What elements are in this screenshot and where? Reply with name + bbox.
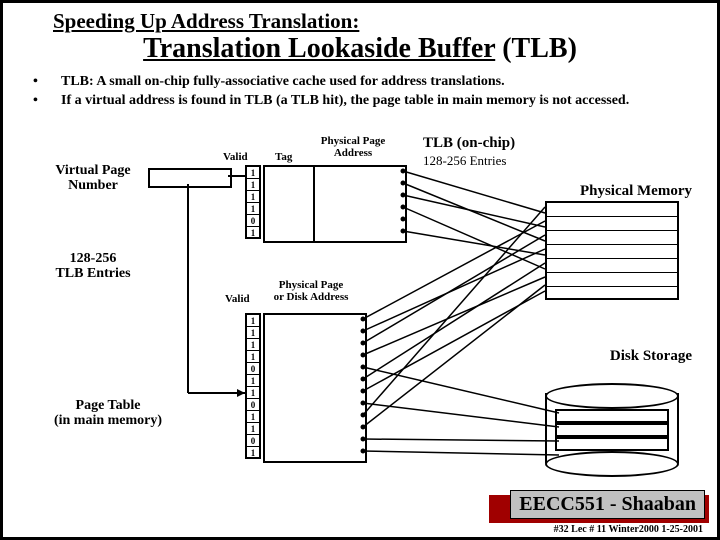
tlb-valid-column: 111101: [245, 165, 261, 239]
tlb-entries-label: 128-256 TLB Entries: [43, 251, 143, 282]
valid-header-2: Valid: [225, 293, 250, 305]
title-line2: Translation Lookaside Buffer (TLB): [3, 33, 717, 65]
valid-bit: 1: [247, 179, 259, 191]
valid-bit: 1: [247, 387, 259, 399]
title-line1: Speeding Up Address Translation:: [53, 9, 359, 34]
bullet-2-text: If a virtual address is found in TLB (a …: [61, 92, 629, 111]
tlb-tag-column: [263, 165, 315, 243]
title-suffix: (TLB): [495, 33, 577, 64]
phys-mem-label: Physical Memory: [580, 183, 692, 200]
slide-frame: Speeding Up Address Translation: Transla…: [0, 0, 720, 540]
vpn-register: [148, 168, 232, 188]
tlb-ppa-column: [313, 165, 407, 243]
footer-main: EECC551 - Shaaban: [510, 490, 705, 519]
ppa-header: Physical Page Address: [313, 135, 393, 159]
valid-bit: 0: [247, 435, 259, 447]
bullet-2: • If a virtual address is found in TLB (…: [33, 92, 702, 111]
bullet-marker: •: [33, 92, 61, 111]
tlb-onchip-sub: 128-256 Entries: [423, 153, 506, 169]
valid-bit: 1: [247, 423, 259, 435]
bullet-marker: •: [33, 73, 61, 92]
valid-bit: 1: [247, 227, 259, 239]
valid-bit: 1: [247, 351, 259, 363]
valid-bit: 1: [247, 411, 259, 423]
disk-label: Disk Storage: [610, 348, 692, 365]
valid-bit: 1: [247, 327, 259, 339]
bullet-1: • TLB: A small on-chip fully-associative…: [33, 73, 702, 92]
valid-bit: 1: [247, 339, 259, 351]
valid-bit: 1: [247, 375, 259, 387]
valid-bit: 1: [247, 191, 259, 203]
bullet-1-text: TLB: A small on-chip fully-associative c…: [61, 73, 505, 92]
title-underlined: Translation Lookaside Buffer: [143, 33, 495, 64]
footer-sub: #32 Lec # 11 Winter2000 1-25-2001: [554, 524, 703, 535]
valid-bit: 1: [247, 315, 259, 327]
valid-header-1: Valid: [223, 151, 248, 163]
bullet-list: • TLB: A small on-chip fully-associative…: [33, 73, 702, 111]
page-table-label: Page Table (in main memory): [43, 398, 173, 429]
valid-bit: 1: [247, 167, 259, 179]
tlb-onchip-title: TLB (on-chip): [423, 135, 515, 152]
valid-bit: 0: [247, 399, 259, 411]
valid-bit: 1: [247, 447, 259, 459]
vpn-label: Virtual Page Number: [43, 163, 143, 194]
tag-header: Tag: [275, 151, 292, 163]
physical-memory: [545, 201, 679, 300]
valid-bit: 0: [247, 363, 259, 375]
valid-bit: 0: [247, 215, 259, 227]
valid-bit: 1: [247, 203, 259, 215]
disk-storage: [545, 383, 675, 473]
pt-valid-column: 111101101101: [245, 313, 261, 459]
ppda-header: Physical Page or Disk Address: [261, 279, 361, 303]
pt-data-column: [263, 313, 367, 463]
